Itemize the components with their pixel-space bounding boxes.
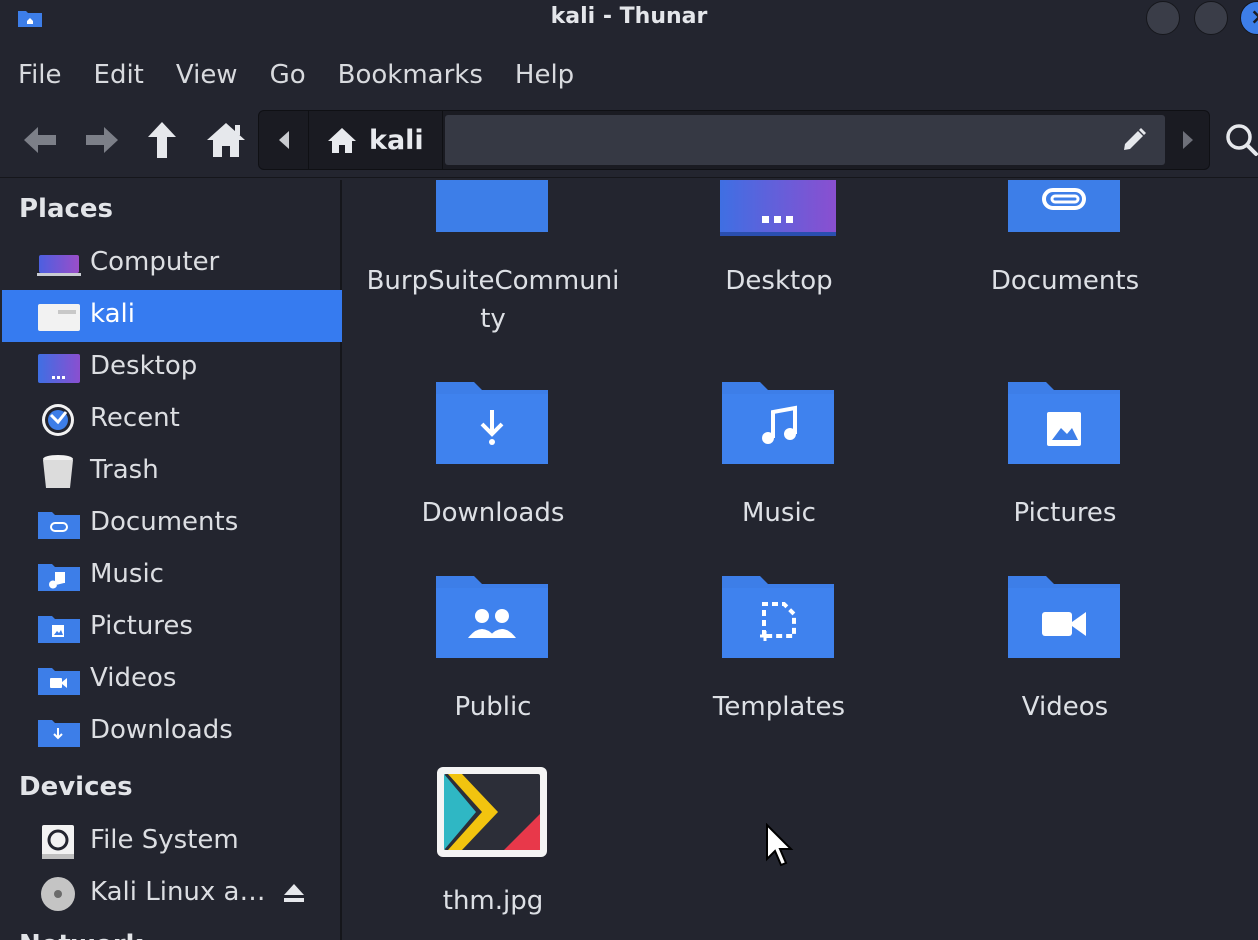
sidebar-item-file-system[interactable]: File System [2, 816, 342, 868]
sidebar-item-kali[interactable]: kali [2, 290, 342, 342]
places-header: Places [19, 194, 114, 224]
desktop-folder-icon [720, 180, 836, 236]
chevron-left-icon [279, 131, 289, 149]
menu-bar: File Edit View Go Bookmarks Help [0, 52, 1258, 98]
search-icon[interactable] [1222, 118, 1258, 162]
folder-icon [436, 180, 548, 232]
recent-clock-icon [42, 404, 74, 436]
sidebar-item-label: Videos [90, 663, 177, 693]
sidebar-item-label: Trash [90, 455, 159, 485]
sidebar-item-documents[interactable]: Documents [2, 498, 342, 550]
home-folder-icon [38, 304, 80, 331]
menu-edit[interactable]: Edit [78, 60, 160, 90]
computer-icon [37, 255, 81, 276]
file-label: Desktop [725, 266, 833, 296]
image-file-icon [437, 767, 547, 857]
path-scroll-left-button[interactable] [259, 111, 309, 169]
window-title: kali - Thunar [550, 4, 708, 29]
documents-folder-icon [1008, 180, 1120, 232]
sidebar-item-kali-linux-disc[interactable]: Kali Linux a… [2, 868, 342, 920]
videos-folder-icon [38, 668, 80, 695]
up-arrow-icon[interactable] [140, 120, 184, 160]
path-scroll-right-button[interactable] [1165, 111, 1209, 169]
sidebar-item-label: Documents [90, 507, 239, 537]
sidebar-item-recent[interactable]: Recent [2, 394, 342, 446]
devices-header: Devices [19, 772, 133, 802]
sidebar-item-label: Pictures [90, 611, 193, 641]
sidebar-item-trash[interactable]: Trash [2, 446, 342, 498]
sidebar-item-label: Music [90, 559, 164, 589]
videos-folder-icon [1008, 576, 1120, 658]
pictures-folder-icon [38, 616, 80, 643]
menu-go[interactable]: Go [254, 60, 322, 90]
back-arrow-icon[interactable] [18, 120, 62, 160]
path-entry-field[interactable] [445, 115, 1165, 165]
sidebar-item-downloads[interactable]: Downloads [2, 706, 342, 758]
sidebar-item-label: Downloads [90, 715, 233, 745]
pictures-folder-icon [1008, 382, 1120, 464]
forward-arrow-icon[interactable] [80, 120, 124, 160]
desktop-icon [38, 354, 80, 383]
sidebar-item-videos[interactable]: Videos [2, 654, 342, 706]
harddisk-icon [42, 825, 74, 859]
sidebar-item-label: Kali Linux a… [90, 877, 266, 907]
home-icon [328, 128, 356, 153]
breadcrumb-kali[interactable]: kali [309, 111, 443, 169]
menu-file[interactable]: File [0, 60, 78, 90]
file-label: Videos [1021, 692, 1109, 722]
sidebar-item-pictures[interactable]: Pictures [2, 602, 342, 654]
chevron-right-icon [1183, 131, 1193, 149]
optical-disc-icon [41, 877, 75, 911]
file-icon-view: BurpSuiteCommuni ty Desktop Documents Do… [344, 180, 1258, 940]
menu-bookmarks[interactable]: Bookmarks [322, 60, 499, 90]
documents-folder-icon [38, 512, 80, 539]
music-folder-icon [722, 382, 834, 464]
downloads-folder-icon [436, 382, 548, 464]
location-bar: kali [258, 110, 1210, 170]
maximize-button[interactable] [1194, 1, 1228, 35]
file-label: Music [742, 498, 816, 528]
downloads-folder-icon [38, 720, 80, 747]
file-label: Pictures [1013, 498, 1117, 528]
sidebar: Places Computer kali Desktop Recent Tras… [0, 180, 342, 940]
home-icon[interactable] [204, 120, 248, 160]
sidebar-item-label: File System [90, 825, 239, 855]
sidebar-item-label: Computer [90, 247, 220, 277]
menu-help[interactable]: Help [499, 60, 590, 90]
minimize-button[interactable] [1146, 1, 1180, 35]
sidebar-item-label: Recent [90, 403, 180, 433]
sidebar-item-desktop[interactable]: Desktop [2, 342, 342, 394]
network-header: Network [19, 930, 143, 940]
pencil-edit-icon[interactable] [1121, 127, 1147, 153]
file-label: Public [454, 692, 532, 722]
mouse-pointer-icon [766, 823, 794, 867]
file-label: Documents [990, 266, 1140, 296]
eject-icon[interactable] [282, 882, 306, 904]
title-bar: kali - Thunar × [0, 0, 1258, 36]
public-folder-icon [436, 576, 548, 658]
file-label: BurpSuiteCommuni ty [366, 266, 620, 334]
breadcrumb-label: kali [369, 124, 424, 156]
music-folder-icon [38, 564, 80, 591]
sidebar-item-music[interactable]: Music [2, 550, 342, 602]
templates-folder-icon [722, 576, 834, 658]
close-icon: × [1250, 5, 1258, 30]
menu-view[interactable]: View [160, 60, 254, 90]
sidebar-item-computer[interactable]: Computer [2, 238, 342, 290]
sidebar-item-label: kali [90, 299, 135, 329]
file-label: Templates [712, 692, 846, 722]
file-label: Downloads [421, 498, 565, 528]
trash-icon [43, 455, 73, 488]
sidebar-item-label: Desktop [90, 351, 198, 381]
file-label: thm.jpg [442, 886, 544, 916]
